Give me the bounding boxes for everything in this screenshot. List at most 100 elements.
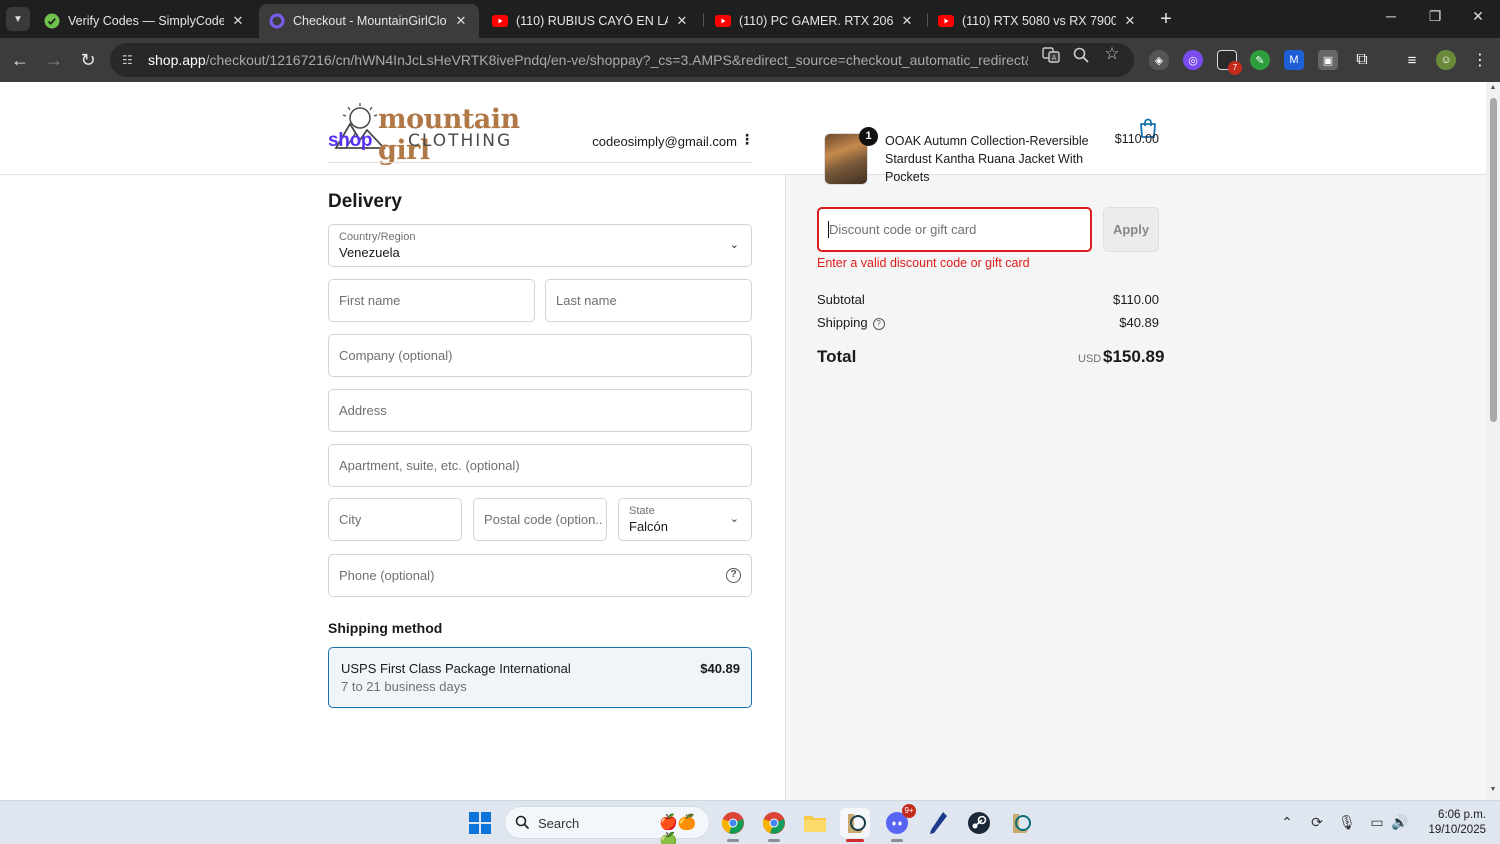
tab-counter-extension-icon[interactable]: 7 — [1217, 50, 1242, 75]
tab-youtube-rtx[interactable]: (110) RTX 5080 vs RX 7900 XTX ✕ — [928, 4, 1148, 38]
site-info-icon[interactable]: ☷ — [122, 53, 138, 67]
chrome-menu-icon[interactable]: ⋮ — [1470, 50, 1490, 70]
brand-subtitle: CLOTHING — [408, 131, 513, 151]
show-hidden-icons-chevron-icon[interactable]: ⌃ — [1278, 814, 1296, 831]
media-control-icon[interactable]: ≡ — [1402, 50, 1422, 70]
minimize-button[interactable]: ─ — [1381, 8, 1401, 24]
more-options-icon[interactable]: ⋮ — [740, 131, 754, 148]
extensions-puzzle-icon[interactable]: ⧉ — [1352, 50, 1372, 70]
tab-title: (110) RTX 5080 vs RX 7900 XTX — [962, 14, 1116, 28]
zoom-icon[interactable] — [1072, 46, 1090, 64]
city-field[interactable]: City — [328, 498, 462, 541]
shipping-option-price: $40.89 — [700, 661, 740, 676]
youtube-icon — [715, 13, 731, 29]
product-price: $110.00 — [1114, 132, 1159, 146]
tab-title: (110) PC GAMER. RTX 2060. ¿El — [739, 14, 893, 28]
start-button[interactable] — [469, 812, 491, 834]
shield-extension-icon[interactable]: ◈ — [1149, 50, 1169, 70]
apply-button[interactable]: Apply — [1103, 207, 1159, 252]
tab-strip: ▼ Verify Codes — SimplyCodes ✕ Checkout … — [0, 0, 1500, 38]
close-tab-icon[interactable]: ✕ — [1122, 13, 1138, 29]
total-label: Total — [817, 347, 857, 366]
discount-error-message: Enter a valid discount code or gift card — [817, 256, 1030, 270]
purple-extension-icon[interactable]: ◎ — [1183, 50, 1203, 70]
state-label: State — [629, 505, 655, 517]
help-icon[interactable]: ? — [726, 568, 741, 583]
new-tab-button[interactable]: + — [1156, 8, 1176, 30]
subtotal-label: Subtotal — [817, 292, 865, 307]
microphone-icon[interactable]: 🎙 — [1338, 814, 1356, 831]
youtube-icon — [938, 13, 954, 29]
close-tab-icon[interactable]: ✕ — [899, 13, 915, 29]
restore-button[interactable]: ❐ — [1425, 8, 1445, 25]
close-tab-icon[interactable]: ✕ — [453, 13, 469, 29]
sync-icon[interactable]: ⟳ — [1308, 814, 1326, 831]
scroll-up-icon[interactable]: ▲ — [1489, 84, 1497, 91]
help-icon[interactable]: ? — [872, 318, 885, 330]
last-name-field[interactable]: Last name — [545, 279, 752, 322]
tab-title: (110) RUBIUS CAYÓ EN LA LUDOPATÍA — [516, 14, 668, 28]
state-select[interactable]: State Falcón ⌄ — [618, 498, 752, 541]
back-button[interactable]: ← — [8, 48, 32, 72]
page-scrollbar[interactable]: ▲ ▼ — [1486, 82, 1500, 800]
chevron-down-icon: ⌄ — [729, 513, 739, 525]
tab-search-button[interactable]: ▼ — [6, 7, 30, 31]
country-label: Country/Region — [339, 231, 416, 243]
shipping-option[interactable]: USPS First Class Package International 7… — [328, 647, 752, 708]
tab-simplycodes[interactable]: Verify Codes — SimplyCodes ✕ — [34, 4, 256, 38]
profile-avatar[interactable]: ☺ — [1436, 50, 1456, 70]
tab-title: Verify Codes — SimplyCodes — [68, 14, 224, 28]
league-client-icon[interactable] — [840, 808, 870, 842]
windows-taskbar: Search 🍎🍊🍏 9+ ⌃ ⟳ 🎙 ▭ 🔊 6:06 p.m. 19/10/… — [0, 800, 1500, 844]
reload-button[interactable]: ↻ — [76, 48, 100, 72]
search-icon — [515, 815, 530, 830]
close-tab-icon[interactable]: ✕ — [674, 13, 690, 29]
postal-code-field[interactable]: Postal code (option... — [473, 498, 607, 541]
chrome-taskbar-icon[interactable] — [718, 808, 748, 842]
company-field[interactable]: Company (optional) — [328, 334, 752, 377]
shipping-value: $40.89 — [1119, 315, 1159, 330]
divider — [328, 162, 752, 163]
shop-icon — [269, 13, 285, 29]
tab-title: Checkout - MountainGirlClothing — [293, 14, 447, 28]
address-bar[interactable]: ☷ shop.app/checkout/12167216/cn/hWN4InJc… — [110, 43, 1134, 77]
red-extension-icon[interactable]: ▣ — [1318, 50, 1338, 70]
taskbar-search[interactable]: Search 🍎🍊🍏 — [504, 806, 710, 844]
tab-checkout[interactable]: Checkout - MountainGirlClothing ✕ — [259, 4, 479, 38]
url-text[interactable]: shop.app/checkout/12167216/cn/hWN4InJcLs… — [148, 52, 1028, 68]
steam-icon[interactable] — [964, 808, 994, 838]
forward-button[interactable]: → — [42, 48, 66, 72]
phone-field[interactable]: Phone (optional) ? — [328, 554, 752, 597]
league-of-legends-icon[interactable] — [1005, 808, 1035, 838]
tab-youtube-rubius[interactable]: (110) RUBIUS CAYÓ EN LA LUDOPATÍA ✕ — [482, 4, 700, 38]
green-extension-icon[interactable]: ✎ — [1250, 50, 1270, 70]
shipping-label: Shipping — [817, 315, 868, 330]
network-icon[interactable]: ▭ — [1368, 814, 1386, 831]
tab-youtube-pc-gamer[interactable]: (110) PC GAMER. RTX 2060. ¿El ✕ — [705, 4, 925, 38]
simplycodes-icon — [44, 13, 60, 29]
country-select[interactable]: Country/Region Venezuela ⌄ — [328, 224, 752, 267]
apartment-field[interactable]: Apartment, suite, etc. (optional) — [328, 444, 752, 487]
browser-toolbar: ← → ↻ ☷ shop.app/checkout/12167216/cn/hW… — [0, 38, 1500, 82]
discount-code-input[interactable]: Discount code or gift card — [817, 207, 1092, 252]
translate-icon[interactable]: A — [1042, 46, 1060, 64]
clock-time: 6:06 p.m. — [1438, 809, 1486, 821]
first-name-field[interactable]: First name — [328, 279, 535, 322]
close-window-button[interactable]: ✕ — [1468, 8, 1488, 25]
chrome-profile-taskbar-icon[interactable] — [759, 808, 789, 842]
youtube-icon — [492, 13, 508, 29]
subtotal-value: $110.00 — [1112, 292, 1159, 307]
close-tab-icon[interactable]: ✕ — [230, 13, 246, 29]
shipping-option-days: 7 to 21 business days — [341, 679, 467, 694]
m-extension-icon[interactable]: M — [1284, 50, 1304, 70]
delivery-heading: Delivery — [328, 191, 402, 212]
file-explorer-icon[interactable] — [800, 808, 830, 838]
discord-icon[interactable]: 9+ — [882, 804, 916, 842]
pen-app-icon[interactable] — [923, 808, 953, 838]
scroll-down-icon[interactable]: ▼ — [1489, 786, 1497, 793]
address-field[interactable]: Address — [328, 389, 752, 432]
bookmark-star-icon[interactable]: ☆ — [1103, 44, 1121, 63]
scrollbar-thumb[interactable] — [1490, 98, 1497, 422]
volume-icon[interactable]: 🔊 — [1391, 814, 1409, 831]
system-clock[interactable]: 6:06 p.m. 19/10/2025 — [1418, 808, 1486, 838]
